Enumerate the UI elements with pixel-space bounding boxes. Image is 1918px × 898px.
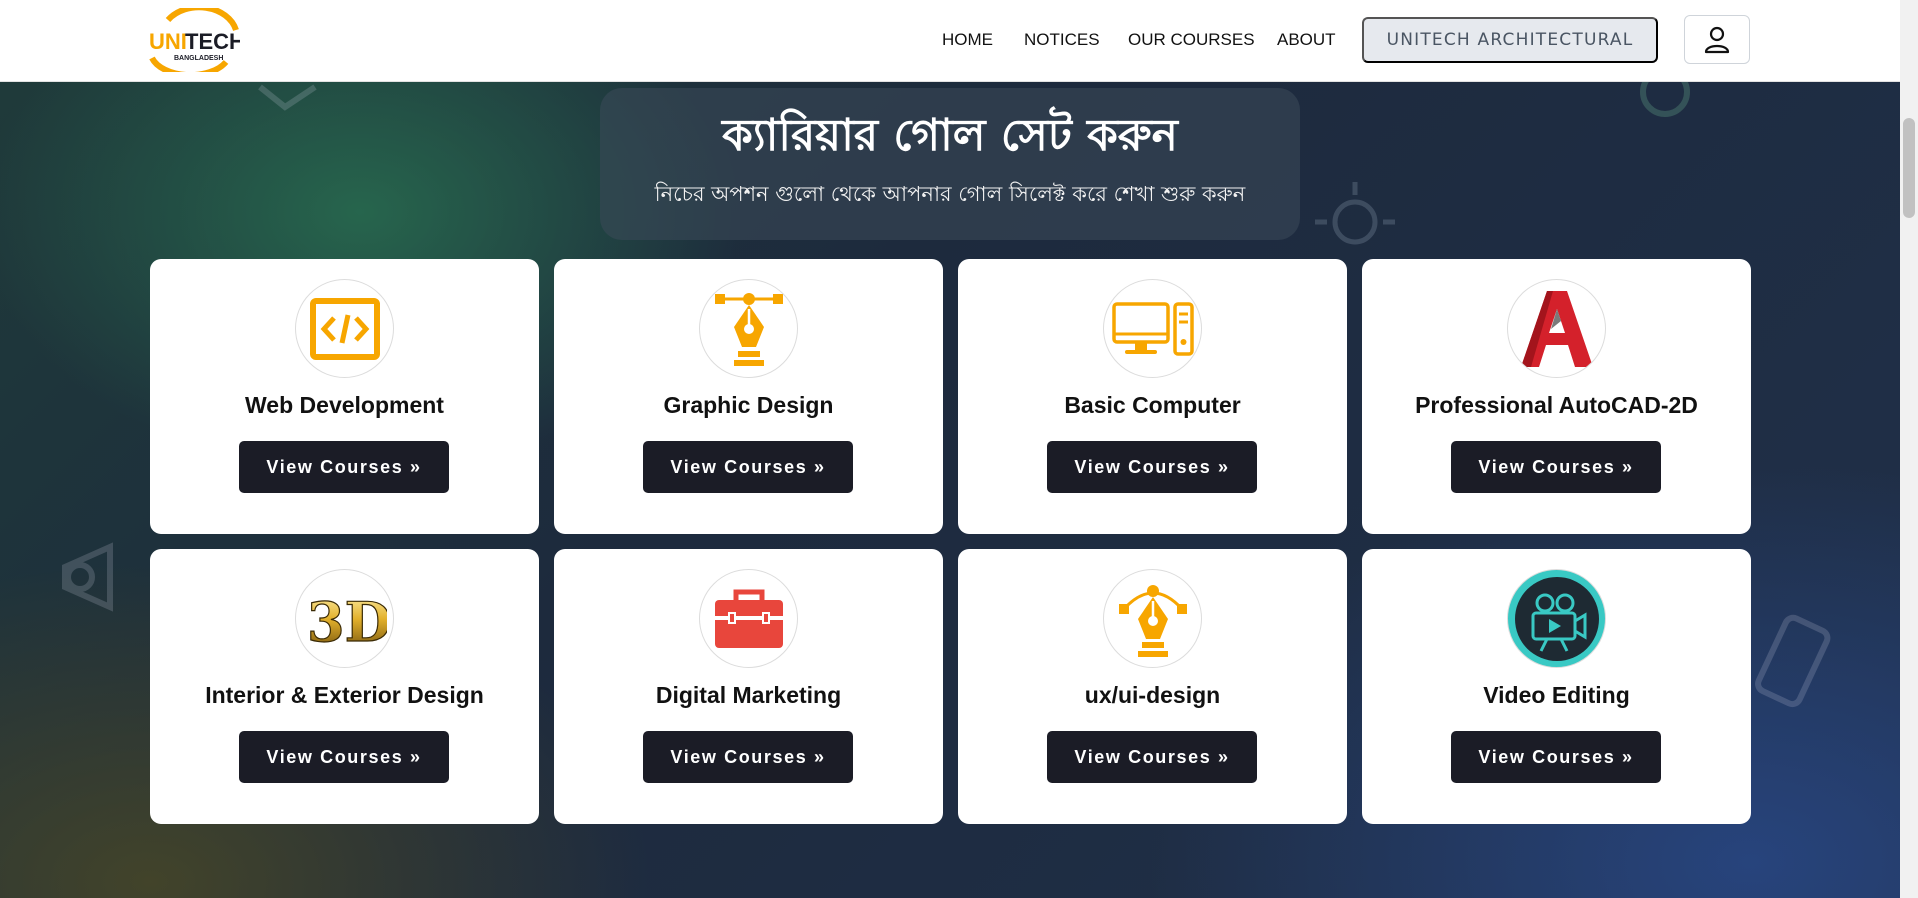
unitech-logo[interactable]: UNI TECH BANGLADESH xyxy=(148,4,245,79)
view-courses-button[interactable]: View Courses » xyxy=(643,731,853,783)
view-courses-button[interactable]: View Courses » xyxy=(1047,731,1257,783)
logo-text-uni: UNI xyxy=(149,29,187,54)
course-card-autocad: Professional AutoCAD-2D View Courses » xyxy=(1362,259,1751,534)
decorative-cad-icon xyxy=(1640,82,1690,117)
course-card-graphic-design: Graphic Design View Courses » xyxy=(554,259,943,534)
course-title: Basic Computer xyxy=(1064,392,1241,418)
course-title: Digital Marketing xyxy=(655,682,842,708)
view-courses-button[interactable]: View Courses » xyxy=(239,731,449,783)
course-title: Web Development xyxy=(245,392,444,418)
toolbox-icon xyxy=(699,569,798,668)
site-header: UNI TECH BANGLADESH HOME NOTICES OUR COU… xyxy=(0,0,1900,82)
svg-text:3D: 3D xyxy=(307,590,387,649)
view-courses-button[interactable]: View Courses » xyxy=(239,441,449,493)
logo-subtext: BANGLADESH xyxy=(174,55,223,62)
career-goal-hero: ক্যারিয়ার গোল সেট করুন নিচের অপশন গুলো … xyxy=(600,88,1300,240)
unitech-logo-mark: UNI TECH BANGLADESH xyxy=(149,4,245,79)
course-card-ux-ui-design: ux/ui-design View Courses » xyxy=(958,549,1347,824)
user-icon xyxy=(1704,26,1730,53)
autocad-logo-icon xyxy=(1507,279,1606,378)
decorative-phone-icon xyxy=(1755,614,1831,708)
course-title: Graphic Design xyxy=(663,392,834,418)
course-title: ux/ui-design xyxy=(1084,682,1221,708)
course-card-web-development: Web Development View Courses » xyxy=(150,259,539,534)
hero-subtitle: নিচের অপশন গুলো থেকে আপনার গোল সিলেক্ট ক… xyxy=(654,182,1246,206)
course-card-interior-exterior: 3D Interior & Exterior Design View Cours… xyxy=(150,549,539,824)
video-camera-icon xyxy=(1507,569,1606,668)
nav-notices[interactable]: NOTICES xyxy=(1024,30,1100,50)
decorative-pen-icon xyxy=(258,84,317,111)
course-card-basic-computer: Basic Computer View Courses » xyxy=(958,259,1347,534)
view-courses-button[interactable]: View Courses » xyxy=(1047,441,1257,493)
view-courses-button[interactable]: View Courses » xyxy=(1451,731,1661,783)
nav-our-courses[interactable]: OUR COURSES xyxy=(1128,30,1255,50)
logo-text-tech: TECH xyxy=(185,29,240,54)
course-title: Interior & Exterior Design xyxy=(205,682,484,708)
scrollbar-thumb[interactable] xyxy=(1903,118,1915,218)
unitech-architectural-button[interactable]: UNITECH ARCHITECTURAL xyxy=(1362,17,1658,63)
decorative-megaphone-icon xyxy=(62,542,113,612)
view-courses-button[interactable]: View Courses » xyxy=(1451,441,1661,493)
view-courses-button[interactable]: View Courses » xyxy=(643,441,853,493)
code-icon xyxy=(295,279,394,378)
user-account-button[interactable] xyxy=(1684,15,1750,64)
decorative-bulb-icon xyxy=(1315,182,1395,245)
course-card-digital-marketing: Digital Marketing View Courses » xyxy=(554,549,943,824)
course-title: Video Editing xyxy=(1483,682,1630,708)
3d-icon: 3D xyxy=(295,569,394,668)
desktop-computer-icon xyxy=(1103,279,1202,378)
course-card-video-editing: Video Editing View Courses » xyxy=(1362,549,1751,824)
course-title: Professional AutoCAD-2D xyxy=(1415,392,1698,418)
scrollbar[interactable] xyxy=(1900,0,1918,898)
pen-tool-icon xyxy=(1103,569,1202,668)
nav-home[interactable]: HOME xyxy=(942,30,993,50)
pen-tool-icon xyxy=(699,279,798,378)
nav-about[interactable]: ABOUT xyxy=(1277,30,1336,50)
hero-title: ক্যারিয়ার গোল সেট করুন xyxy=(722,110,1178,161)
